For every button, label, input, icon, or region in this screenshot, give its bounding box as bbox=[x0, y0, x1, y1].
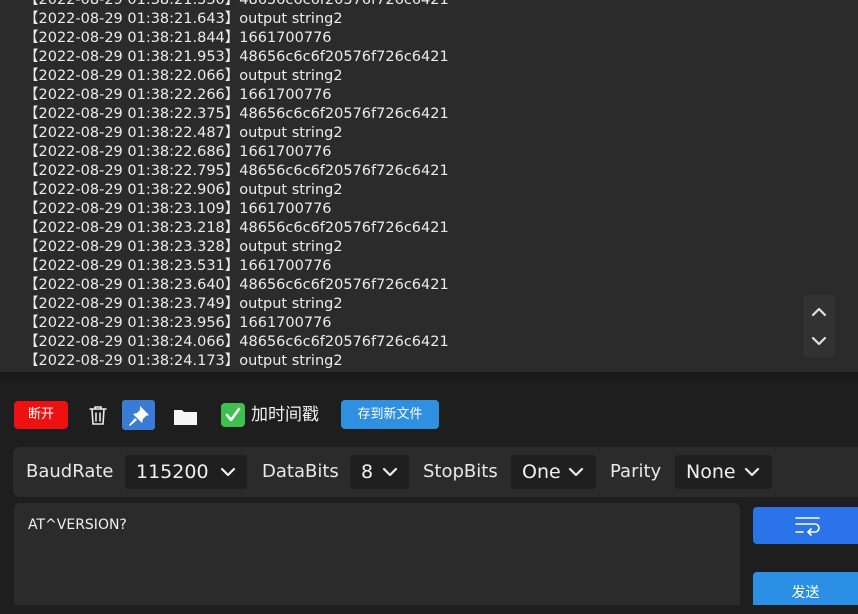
send-button[interactable]: 发送 bbox=[753, 572, 858, 605]
divider bbox=[0, 372, 858, 382]
log-line: 【2022-08-29 01:38:22.066】output string2 bbox=[24, 68, 343, 84]
serial-settings-bar: BaudRate 115200 DataBits 8 StopBits One … bbox=[13, 447, 858, 497]
databits-label: DataBits bbox=[262, 461, 339, 482]
log-line: 【2022-08-29 01:38:23.956】1661700776 bbox=[24, 315, 332, 331]
baudrate-value: 115200 bbox=[136, 461, 209, 483]
log-lines: 【2022-08-29 01:38:21.530】48656c6c6f20576… bbox=[24, 0, 449, 371]
log-line: 【2022-08-29 01:38:23.328】output string2 bbox=[24, 239, 343, 255]
log-line: 【2022-08-29 01:38:22.487】output string2 bbox=[24, 125, 343, 141]
chevron-down-icon bbox=[220, 467, 236, 477]
log-line: 【2022-08-29 01:38:23.109】1661700776 bbox=[24, 201, 332, 217]
baudrate-select[interactable]: 115200 bbox=[125, 455, 247, 489]
databits-value: 8 bbox=[361, 461, 374, 483]
stopbits-label: StopBits bbox=[423, 461, 498, 482]
wrap-icon bbox=[795, 517, 820, 536]
line-wrap-button[interactable] bbox=[753, 507, 858, 544]
disconnect-button[interactable]: 断开 bbox=[14, 401, 68, 429]
chevron-down-icon bbox=[568, 467, 584, 477]
stopbits-select[interactable]: One bbox=[511, 455, 596, 489]
log-line: 【2022-08-29 01:38:21.953】48656c6c6f20576… bbox=[24, 49, 449, 65]
log-line: 【2022-08-29 01:38:23.640】48656c6c6f20576… bbox=[24, 277, 449, 293]
check-icon bbox=[225, 407, 241, 422]
pin-icon[interactable] bbox=[122, 400, 155, 430]
log-line: 【2022-08-29 01:38:23.218】48656c6c6f20576… bbox=[24, 220, 449, 236]
log-line: 【2022-08-29 01:38:24.066】48656c6c6f20576… bbox=[24, 334, 449, 350]
folder-icon[interactable] bbox=[170, 401, 202, 429]
log-line: 【2022-08-29 01:38:22.906】output string2 bbox=[24, 182, 343, 198]
scroll-down-icon[interactable] bbox=[811, 333, 827, 349]
log-line: 【2022-08-29 01:38:22.686】1661700776 bbox=[24, 144, 332, 160]
scroll-up-icon[interactable] bbox=[811, 304, 827, 320]
log-line: 【2022-08-29 01:38:22.795】48656c6c6f20576… bbox=[24, 163, 449, 179]
log-line: 【2022-08-29 01:38:23.749】output string2 bbox=[24, 296, 343, 312]
log-line: 【2022-08-29 01:38:23.531】1661700776 bbox=[24, 258, 332, 274]
log-line: 【2022-08-29 01:38:22.266】1661700776 bbox=[24, 87, 332, 103]
parity-label: Parity bbox=[610, 461, 662, 482]
log-line: 【2022-08-29 01:38:24.173】output string2 bbox=[24, 353, 343, 369]
trash-icon[interactable] bbox=[82, 401, 114, 429]
scroll-buttons bbox=[803, 295, 835, 357]
toolbar: 断开 加时间戳 存到新文件 bbox=[0, 382, 858, 444]
log-line: 【2022-08-29 01:38:21.643】output string2 bbox=[24, 11, 343, 27]
chevron-down-icon bbox=[382, 467, 398, 477]
chevron-down-icon bbox=[744, 467, 760, 477]
log-line: 【2022-08-29 01:38:21.844】1661700776 bbox=[24, 30, 332, 46]
parity-select[interactable]: None bbox=[675, 455, 772, 489]
serial-log[interactable]: 【2022-08-29 01:38:21.530】48656c6c6f20576… bbox=[0, 0, 858, 372]
send-input-text[interactable]: AT^VERSION? bbox=[28, 517, 127, 533]
parity-value: None bbox=[686, 461, 736, 483]
databits-select[interactable]: 8 bbox=[350, 455, 409, 489]
stopbits-value: One bbox=[522, 461, 561, 483]
baudrate-label: BaudRate bbox=[26, 461, 114, 482]
timestamp-label: 加时间戳 bbox=[251, 405, 319, 425]
log-line: 【2022-08-29 01:38:21.530】48656c6c6f20576… bbox=[24, 0, 449, 8]
send-input[interactable]: AT^VERSION? bbox=[14, 503, 740, 605]
save-to-new-file-button[interactable]: 存到新文件 bbox=[341, 400, 439, 429]
timestamp-checkbox[interactable] bbox=[221, 403, 245, 427]
log-line: 【2022-08-29 01:38:22.375】48656c6c6f20576… bbox=[24, 106, 449, 122]
